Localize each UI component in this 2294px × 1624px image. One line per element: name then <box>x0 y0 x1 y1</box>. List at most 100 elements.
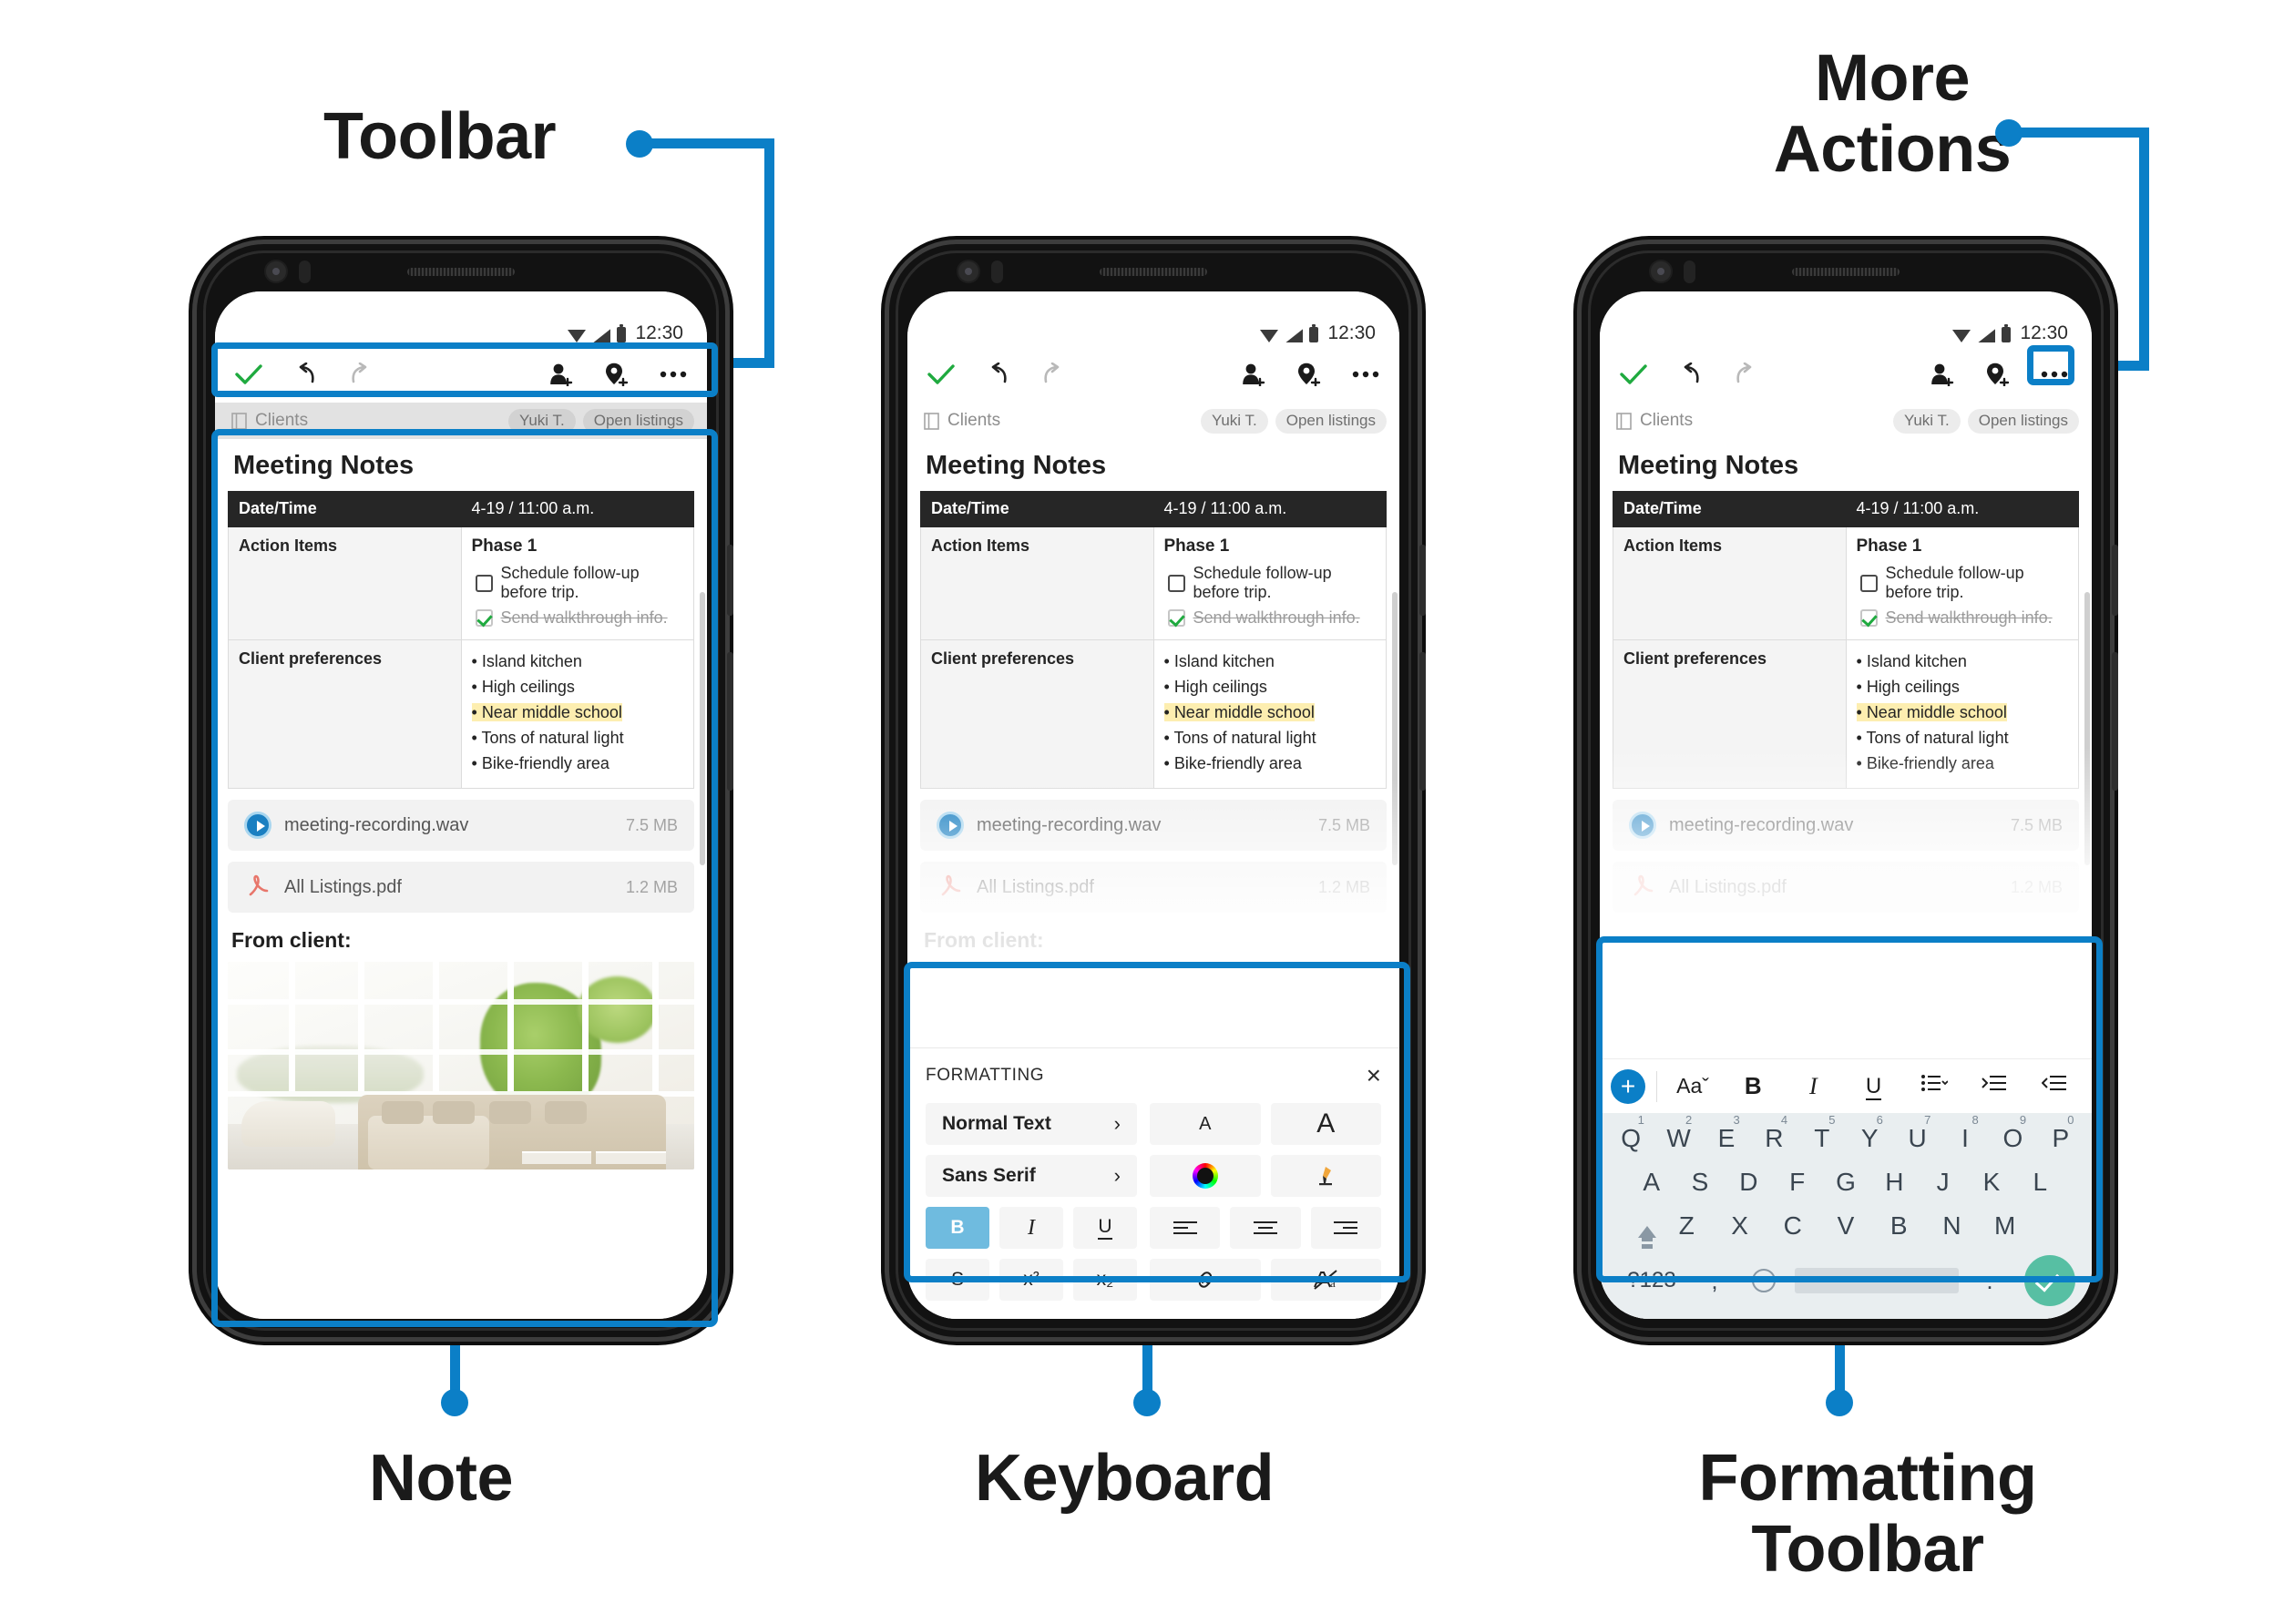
text-style-button[interactable]: Aaˇ <box>1663 1074 1723 1098</box>
insert-link-button[interactable] <box>1150 1259 1261 1301</box>
key-x[interactable]: X <box>1713 1211 1766 1241</box>
chip-collaborator[interactable]: Yuki T. <box>1892 408 1961 434</box>
add-person-icon[interactable] <box>1241 363 1266 386</box>
breadcrumb-label[interactable]: Clients <box>947 411 1000 431</box>
key-t[interactable]: 5T <box>1798 1113 1846 1153</box>
microphone-key[interactable] <box>1738 1269 1789 1292</box>
checkbox-unchecked-icon[interactable] <box>1859 574 1878 592</box>
checkbox-checked-icon[interactable] <box>1859 609 1878 627</box>
add-person-icon[interactable] <box>1930 363 1955 386</box>
align-left-button[interactable] <box>1150 1207 1221 1249</box>
table-header-value[interactable]: 4-19 / 11:00 a.m. <box>460 491 694 527</box>
page-title[interactable]: Meeting Notes <box>228 439 694 491</box>
key-o[interactable]: 9O <box>1989 1113 2036 1153</box>
attachment-audio[interactable]: meeting-recording.wav 7.5 MB <box>228 800 694 852</box>
underline-button[interactable]: U <box>1073 1207 1137 1249</box>
italic-button[interactable]: I <box>999 1207 1063 1249</box>
text-color-button[interactable] <box>1150 1155 1261 1197</box>
play-audio-icon[interactable] <box>1629 812 1656 840</box>
checklist-item[interactable]: Schedule follow-up before trip. <box>1859 564 2069 602</box>
key-d[interactable]: D <box>1725 1168 1773 1197</box>
redo-icon[interactable] <box>1733 363 1758 386</box>
power-button[interactable] <box>1419 652 1426 791</box>
checkbox-checked-icon[interactable] <box>1167 609 1185 627</box>
chip-collaborator[interactable]: Yuki T. <box>1200 408 1268 434</box>
add-content-button[interactable]: + <box>1611 1068 1645 1104</box>
volume-button[interactable] <box>2112 545 2118 616</box>
close-icon[interactable]: × <box>1367 1063 1381 1088</box>
key-p[interactable]: 0P <box>2037 1113 2084 1153</box>
key-w[interactable]: 2W <box>1654 1113 1702 1153</box>
check-icon[interactable] <box>1620 363 1647 385</box>
scrollbar[interactable] <box>700 592 705 865</box>
key-u[interactable]: 7U <box>1893 1113 1941 1153</box>
check-icon[interactable] <box>235 363 262 385</box>
comma-key[interactable]: , <box>1696 1267 1733 1295</box>
key-c[interactable]: C <box>1767 1211 1819 1241</box>
checklist-item[interactable]: Schedule follow-up before trip. <box>1167 564 1377 602</box>
checkbox-unchecked-icon[interactable] <box>475 574 493 592</box>
redo-icon[interactable] <box>348 363 374 386</box>
key-r[interactable]: 4R <box>1750 1113 1797 1153</box>
paragraph-style-select[interactable]: Normal Text › <box>926 1103 1137 1145</box>
add-person-icon[interactable] <box>548 363 574 386</box>
highlight-button[interactable] <box>1270 1155 1381 1197</box>
add-location-icon[interactable] <box>1296 363 1322 386</box>
scrollbar[interactable] <box>1392 592 1398 865</box>
align-right-button[interactable] <box>1310 1207 1381 1249</box>
key-e[interactable]: 3E <box>1703 1113 1750 1153</box>
page-title[interactable]: Meeting Notes <box>920 439 1387 491</box>
key-y[interactable]: 6Y <box>1846 1113 1893 1153</box>
key-f[interactable]: F <box>1773 1168 1821 1197</box>
bulleted-list-button[interactable] <box>1904 1073 1964 1099</box>
breadcrumb-label[interactable]: Clients <box>255 411 308 431</box>
increase-indent-button[interactable] <box>1964 1073 2024 1099</box>
key-z[interactable]: Z <box>1660 1211 1713 1241</box>
key-j[interactable]: J <box>1919 1168 1967 1197</box>
bold-button[interactable]: B <box>1723 1072 1783 1100</box>
key-n[interactable]: N <box>1925 1211 1978 1241</box>
clear-formatting-button[interactable]: a <box>1270 1259 1381 1301</box>
key-q[interactable]: 1Q <box>1607 1113 1654 1153</box>
chip-collaborator[interactable]: Yuki T. <box>507 408 576 434</box>
increase-font-size-button[interactable]: A <box>1270 1103 1381 1145</box>
undo-icon[interactable] <box>985 363 1010 386</box>
check-icon[interactable] <box>927 363 955 385</box>
checklist-item[interactable]: Schedule follow-up before trip. <box>475 564 684 602</box>
font-family-select[interactable]: Sans Serif › <box>926 1155 1137 1197</box>
add-location-icon[interactable] <box>1985 363 2011 386</box>
checkbox-checked-icon[interactable] <box>475 609 493 627</box>
chip-tag-open-listings[interactable]: Open listings <box>1275 408 1387 434</box>
key-s[interactable]: S <box>1675 1168 1724 1197</box>
more-actions-icon[interactable] <box>660 371 687 378</box>
key-l[interactable]: L <box>2016 1168 2064 1197</box>
attachment-pdf[interactable]: All Listings.pdf 1.2 MB <box>1613 862 2079 914</box>
add-location-icon[interactable] <box>604 363 630 386</box>
underline-button[interactable]: U <box>1843 1073 1903 1100</box>
italic-button[interactable]: I <box>1783 1073 1843 1100</box>
chip-tag-open-listings[interactable]: Open listings <box>1967 408 2079 434</box>
superscript-button[interactable]: x² <box>999 1259 1063 1301</box>
attachment-pdf[interactable]: All Listings.pdf 1.2 MB <box>920 862 1387 914</box>
key-g[interactable]: G <box>1821 1168 1869 1197</box>
decrease-indent-button[interactable] <box>2024 1073 2092 1099</box>
redo-icon[interactable] <box>1040 363 1066 386</box>
decrease-font-size-button[interactable]: A <box>1150 1103 1261 1145</box>
period-key[interactable]: . <box>1964 1267 2015 1295</box>
undo-icon[interactable] <box>1677 363 1703 386</box>
checklist-item[interactable]: Send walkthrough info. <box>1859 608 2069 628</box>
breadcrumb-label[interactable]: Clients <box>1640 411 1693 431</box>
power-button[interactable] <box>2112 652 2118 791</box>
page-title[interactable]: Meeting Notes <box>1613 439 2079 491</box>
checklist-item[interactable]: Send walkthrough info. <box>475 608 684 628</box>
enter-key[interactable] <box>2021 1255 2079 1306</box>
volume-button[interactable] <box>1419 545 1426 616</box>
key-m[interactable]: M <box>1979 1211 2032 1241</box>
power-button[interactable] <box>727 652 733 791</box>
key-k[interactable]: K <box>1967 1168 2015 1197</box>
attachment-audio[interactable]: meeting-recording.wav 7.5 MB <box>920 800 1387 852</box>
table-header-value[interactable]: 4-19 / 11:00 a.m. <box>1152 491 1387 527</box>
more-actions-icon[interactable] <box>1352 371 1379 378</box>
scrollbar[interactable] <box>2084 592 2090 865</box>
play-audio-icon[interactable] <box>244 812 271 840</box>
